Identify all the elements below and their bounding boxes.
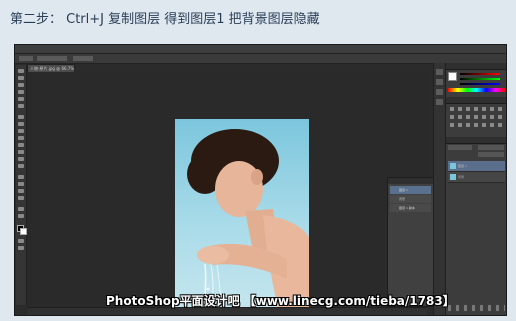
document-canvas[interactable] — [175, 119, 309, 312]
document-workspace[interactable] — [27, 72, 427, 312]
step-caption: 第二步： Ctrl+J 复制图层 得到图层1 把背景图层隐藏 — [10, 12, 320, 27]
color-panel-swatch[interactable] — [448, 72, 457, 81]
zoom-tool-icon[interactable] — [18, 214, 24, 218]
actions-panel-icon[interactable] — [436, 79, 443, 85]
path-selection-tool-icon[interactable] — [18, 189, 24, 193]
woman-washing-face-photo — [187, 129, 309, 312]
red-slider[interactable] — [460, 73, 500, 75]
opacity-field[interactable] — [478, 145, 504, 150]
layers-panel-header[interactable] — [446, 137, 506, 144]
type-tool-icon[interactable] — [18, 182, 24, 186]
hand-tool-icon[interactable] — [18, 207, 24, 211]
clone-stamp-tool-icon[interactable] — [18, 129, 24, 133]
floating-layers-panel[interactable]: 图层 1 背景 图层 1 副本 — [387, 177, 434, 307]
options-field[interactable] — [73, 56, 93, 61]
brush-tool-icon[interactable] — [18, 122, 24, 126]
photoshop-screenshot: 人物-原片.jpg @ 66.7%(图层 1, RGB/8) — [14, 44, 507, 316]
blur-tool-icon[interactable] — [18, 157, 24, 161]
floating-layer-row[interactable]: 图层 1 副本 — [390, 204, 431, 212]
layer-thumbnail — [450, 163, 456, 169]
floating-panel-header[interactable] — [388, 178, 433, 184]
shape-tool-icon[interactable] — [18, 196, 24, 200]
panel-dock-icons[interactable] — [433, 63, 445, 315]
floating-layer-row[interactable]: 图层 1 — [390, 186, 431, 194]
blend-mode-select[interactable] — [448, 145, 472, 150]
layer-thumbnail — [450, 174, 456, 180]
healing-brush-tool-icon[interactable] — [18, 115, 24, 119]
tools-panel[interactable] — [16, 65, 27, 305]
dodge-tool-icon[interactable] — [18, 164, 24, 168]
color-panel-header[interactable] — [446, 63, 506, 70]
magic-wand-tool-icon[interactable] — [18, 90, 24, 94]
right-panels[interactable]: 图层 1 背景 — [445, 63, 506, 315]
history-brush-tool-icon[interactable] — [18, 136, 24, 140]
history-panel-icon[interactable] — [436, 69, 443, 75]
background-color-swatch[interactable] — [20, 228, 27, 235]
layer-name: 图层 1 — [458, 164, 467, 168]
brush-panel-icon[interactable] — [436, 89, 443, 95]
layer-row[interactable]: 背景 — [448, 172, 505, 183]
screen-mode-icon[interactable] — [18, 246, 24, 250]
adjustments-panel-header[interactable] — [446, 97, 506, 104]
adjustment-icons-row[interactable] — [450, 107, 502, 111]
adjustment-icons-row[interactable] — [450, 123, 502, 127]
watermark: PhotoShop平面设计吧 【www.linecg.com/tieba/178… — [106, 294, 455, 308]
layer-name: 背景 — [458, 175, 465, 179]
color-spectrum-bar[interactable] — [448, 88, 505, 92]
eraser-tool-icon[interactable] — [18, 143, 24, 147]
options-tool-preset[interactable] — [19, 56, 33, 61]
floating-layer-row[interactable]: 背景 — [390, 195, 431, 203]
document-tab[interactable]: 人物-原片.jpg @ 66.7%(图层 1, RGB/8) — [27, 64, 75, 72]
character-panel-icon[interactable] — [436, 99, 443, 105]
lasso-tool-icon[interactable] — [18, 83, 24, 87]
pen-tool-icon[interactable] — [18, 175, 24, 179]
layer-row[interactable]: 图层 1 — [448, 161, 505, 172]
marquee-tool-icon[interactable] — [18, 76, 24, 80]
crop-tool-icon[interactable] — [18, 97, 24, 101]
menu-bar[interactable] — [15, 45, 506, 54]
quick-mask-icon[interactable] — [18, 239, 24, 243]
layers-panel-footer-buttons[interactable] — [448, 305, 505, 311]
blue-slider[interactable] — [460, 83, 500, 85]
adjustment-icons-row[interactable] — [450, 115, 502, 119]
eyedropper-tool-icon[interactable] — [18, 104, 24, 108]
gradient-tool-icon[interactable] — [18, 150, 24, 154]
green-slider[interactable] — [460, 78, 500, 80]
options-field[interactable] — [37, 56, 67, 61]
move-tool-icon[interactable] — [18, 69, 24, 73]
fill-field[interactable] — [478, 152, 504, 157]
